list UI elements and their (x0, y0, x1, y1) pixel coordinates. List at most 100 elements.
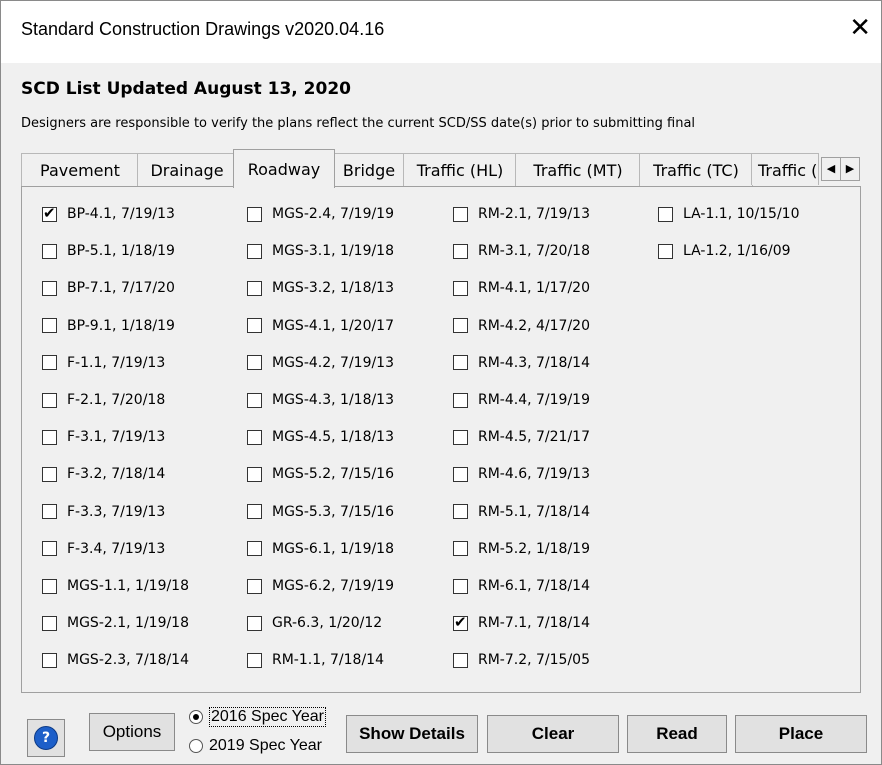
checkbox-box[interactable] (247, 429, 262, 445)
tab-traffic-more[interactable]: Traffic ( (751, 153, 819, 185)
scd-checkbox[interactable]: RM-6.1, 7/18/14 (453, 576, 590, 596)
scd-checkbox[interactable]: MGS-4.3, 1/18/13 (247, 390, 394, 410)
checkbox-box[interactable] (247, 652, 262, 668)
tab-pavement[interactable]: Pavement (21, 153, 139, 186)
checkbox-box[interactable] (42, 318, 57, 334)
scd-checkbox[interactable]: RM-1.1, 7/18/14 (247, 650, 384, 670)
scd-checkbox[interactable]: BP-9.1, 1/18/19 (42, 316, 175, 336)
scd-checkbox[interactable]: RM-4.3, 7/18/14 (453, 353, 590, 373)
scd-checkbox[interactable]: MGS-2.4, 7/19/19 (247, 204, 394, 224)
scd-checkbox[interactable]: F-3.3, 7/19/13 (42, 502, 165, 522)
scd-checkbox[interactable]: RM-4.4, 7/19/19 (453, 390, 590, 410)
tab-roadway[interactable]: Roadway (233, 149, 335, 188)
scd-checkbox[interactable]: BP-5.1, 1/18/19 (42, 241, 175, 261)
tab-traffic-hl[interactable]: Traffic (HL) (403, 153, 517, 186)
checkbox-box[interactable] (42, 578, 57, 594)
scd-checkbox[interactable]: MGS-2.1, 1/19/18 (42, 613, 189, 633)
scd-checkbox[interactable]: RM-7.2, 7/15/05 (453, 650, 590, 670)
checkbox-box[interactable] (453, 280, 468, 296)
scd-checkbox[interactable]: MGS-6.2, 7/19/19 (247, 576, 394, 596)
scd-checkbox[interactable]: F-3.2, 7/18/14 (42, 464, 165, 484)
scd-checkbox[interactable]: MGS-3.2, 1/18/13 (247, 278, 394, 298)
scd-checkbox[interactable]: MGS-1.1, 1/19/18 (42, 576, 189, 596)
scd-checkbox[interactable]: RM-2.1, 7/19/13 (453, 204, 590, 224)
tab-traffic-mt[interactable]: Traffic (MT) (515, 153, 641, 186)
scd-checkbox[interactable]: F-3.1, 7/19/13 (42, 427, 165, 447)
scd-checkbox[interactable]: F-3.4, 7/19/13 (42, 539, 165, 559)
scd-checkbox[interactable]: BP-7.1, 7/17/20 (42, 278, 175, 298)
checkbox-box[interactable] (247, 243, 262, 259)
show-details-button[interactable]: Show Details (346, 715, 478, 753)
checkbox-box[interactable] (247, 578, 262, 594)
scd-checkbox[interactable]: RM-5.1, 7/18/14 (453, 502, 590, 522)
scd-checkbox[interactable]: F-1.1, 7/19/13 (42, 353, 165, 373)
checkbox-box[interactable] (453, 392, 468, 408)
scd-checkbox[interactable]: GR-6.3, 1/20/12 (247, 613, 382, 633)
tab-traffic-tc[interactable]: Traffic (TC) (639, 153, 753, 186)
scd-checkbox[interactable]: F-2.1, 7/20/18 (42, 390, 165, 410)
scd-checkbox[interactable]: RM-4.2, 4/17/20 (453, 316, 590, 336)
checkbox-box[interactable] (42, 466, 57, 482)
scd-checkbox[interactable]: MGS-3.1, 1/19/18 (247, 241, 394, 261)
checkbox-box[interactable] (42, 280, 57, 296)
close-icon[interactable]: ✕ (849, 13, 871, 43)
checkbox-box[interactable] (42, 355, 57, 371)
checkbox-box[interactable] (247, 318, 262, 334)
options-button[interactable]: Options (89, 713, 175, 751)
scd-checkbox[interactable]: RM-5.2, 1/18/19 (453, 539, 590, 559)
scd-checkbox[interactable]: RM-4.1, 1/17/20 (453, 278, 590, 298)
checkbox-box[interactable] (453, 318, 468, 334)
checkbox-box[interactable] (42, 243, 57, 259)
scd-checkbox[interactable]: RM-3.1, 7/20/18 (453, 241, 590, 261)
checkbox-box[interactable] (453, 355, 468, 371)
checkbox-box[interactable] (247, 466, 262, 482)
checkbox-box[interactable] (42, 615, 57, 631)
checkbox-box[interactable] (453, 206, 468, 222)
tab-bridge[interactable]: Bridge (333, 153, 405, 186)
scd-checkbox[interactable]: ✔ RM-7.1, 7/18/14 (453, 613, 590, 633)
scd-checkbox[interactable]: MGS-4.2, 7/19/13 (247, 353, 394, 373)
checkbox-box[interactable]: ✔ (453, 613, 468, 631)
checkbox-box[interactable] (42, 392, 57, 408)
checkbox-box[interactable] (247, 206, 262, 222)
spec-2019-radio[interactable]: 2019 Spec Year (189, 737, 322, 755)
scd-checkbox[interactable]: ✔ BP-4.1, 7/19/13 (42, 204, 175, 224)
scd-checkbox[interactable]: LA-1.2, 1/16/09 (658, 241, 791, 261)
help-button[interactable]: ? (27, 719, 65, 757)
scd-checkbox[interactable]: RM-4.5, 7/21/17 (453, 427, 590, 447)
checkbox-box[interactable] (247, 392, 262, 408)
checkbox-box[interactable]: ✔ (42, 204, 57, 222)
checkbox-box[interactable] (247, 355, 262, 371)
checkbox-box[interactable] (453, 243, 468, 259)
checkbox-box[interactable] (42, 652, 57, 668)
tab-scroll-right-icon[interactable]: ▶ (840, 157, 860, 181)
checkbox-box[interactable] (453, 652, 468, 668)
checkbox-box[interactable] (453, 541, 468, 557)
scd-checkbox[interactable]: MGS-6.1, 1/19/18 (247, 539, 394, 559)
scd-checkbox[interactable]: LA-1.1, 10/15/10 (658, 204, 799, 224)
tab-drainage[interactable]: Drainage (137, 153, 237, 186)
scd-checkbox[interactable]: MGS-5.2, 7/15/16 (247, 464, 394, 484)
checkbox-box[interactable] (453, 504, 468, 520)
read-button[interactable]: Read (627, 715, 727, 753)
checkbox-box[interactable] (247, 541, 262, 557)
checkbox-box[interactable] (658, 206, 673, 222)
checkbox-box[interactable] (42, 429, 57, 445)
checkbox-box[interactable] (453, 578, 468, 594)
tab-scroll-left-icon[interactable]: ◀ (821, 157, 841, 181)
checkbox-box[interactable] (247, 615, 262, 631)
scd-checkbox[interactable]: MGS-4.1, 1/20/17 (247, 316, 394, 336)
scd-checkbox[interactable]: MGS-4.5, 1/18/13 (247, 427, 394, 447)
checkbox-box[interactable] (453, 429, 468, 445)
scd-checkbox[interactable]: RM-4.6, 7/19/13 (453, 464, 590, 484)
scd-checkbox[interactable]: MGS-5.3, 7/15/16 (247, 502, 394, 522)
scd-checkbox[interactable]: MGS-2.3, 7/18/14 (42, 650, 189, 670)
checkbox-box[interactable] (247, 280, 262, 296)
checkbox-box[interactable] (658, 243, 673, 259)
place-button[interactable]: Place (735, 715, 867, 753)
checkbox-box[interactable] (42, 504, 57, 520)
checkbox-box[interactable] (247, 504, 262, 520)
checkbox-box[interactable] (453, 466, 468, 482)
spec-2016-radio[interactable]: 2016 Spec Year (189, 707, 326, 727)
checkbox-box[interactable] (42, 541, 57, 557)
